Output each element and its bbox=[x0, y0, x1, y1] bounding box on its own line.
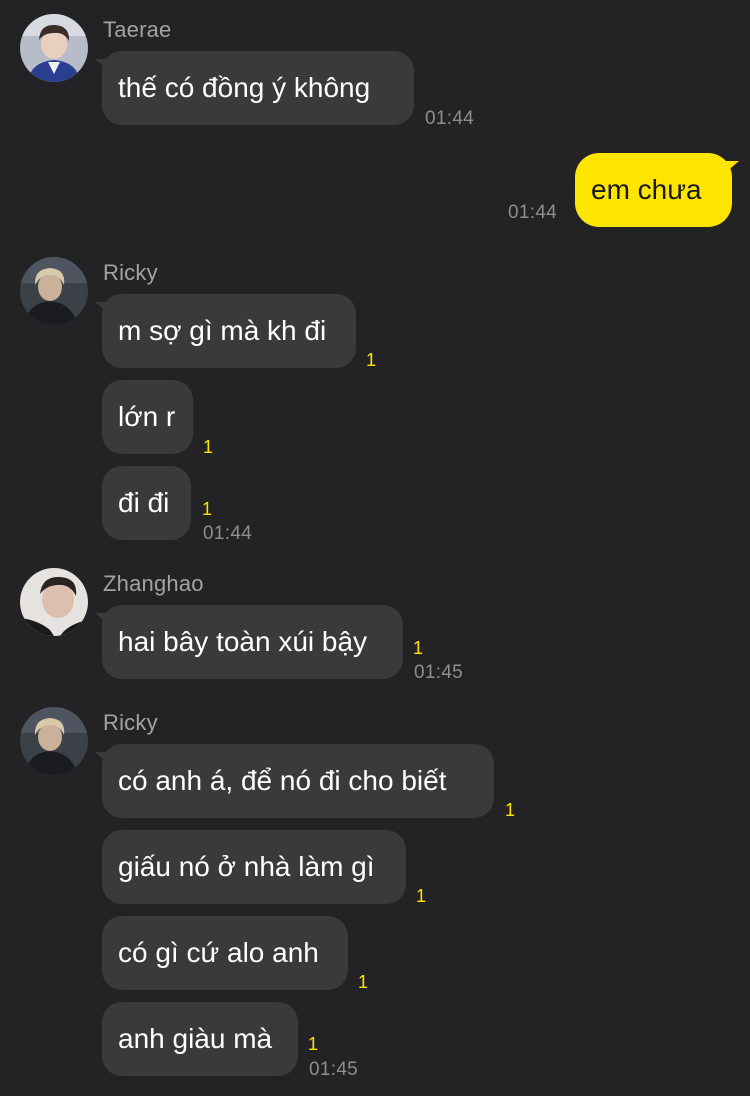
unread-count: 1 bbox=[202, 499, 213, 519]
message-bubble[interactable]: đi đi bbox=[102, 466, 191, 540]
message-bubble[interactable]: có gì cứ alo anh bbox=[102, 916, 348, 990]
zhanghao-avatar-icon bbox=[20, 568, 88, 636]
unread-count: 1 bbox=[505, 800, 516, 820]
message-time: 01:45 bbox=[414, 662, 464, 683]
unread-count: 1 bbox=[358, 972, 369, 992]
message-text: có gì cứ alo anh bbox=[118, 937, 319, 968]
unread-count: 1 bbox=[366, 350, 377, 370]
sender-name: Zhanghao bbox=[103, 571, 204, 596]
message-bubble[interactable]: có anh á, để nó đi cho biết bbox=[95, 744, 494, 818]
message-text: đi đi bbox=[118, 487, 170, 518]
message-text: em chưa bbox=[591, 174, 702, 205]
chat-message-list[interactable]: Taerae thế có đồng ý không 01:44 01:44 e… bbox=[0, 0, 750, 1096]
avatar-taerae[interactable] bbox=[20, 14, 88, 82]
ricky-avatar-icon bbox=[20, 257, 88, 325]
message-bubble[interactable]: m sợ gì mà kh đi bbox=[95, 294, 356, 368]
unread-count: 1 bbox=[413, 638, 424, 658]
message-bubble[interactable]: giấu nó ở nhà làm gì bbox=[102, 830, 406, 904]
message-text: lớn r bbox=[118, 401, 176, 432]
avatar-zhanghao[interactable] bbox=[20, 568, 88, 636]
ricky-avatar-icon bbox=[20, 707, 88, 775]
message-text: m sợ gì mà kh đi bbox=[118, 315, 327, 346]
message-text: thế có đồng ý không bbox=[118, 72, 371, 103]
message-time: 01:44 bbox=[203, 523, 253, 544]
message-text: hai bây toàn xúi bậy bbox=[118, 626, 368, 657]
message-text: giấu nó ở nhà làm gì bbox=[118, 851, 375, 882]
message-time: 01:44 bbox=[508, 202, 558, 223]
message-bubble[interactable]: thế có đồng ý không bbox=[95, 51, 414, 125]
unread-count: 1 bbox=[416, 886, 427, 906]
unread-count: 1 bbox=[308, 1034, 319, 1054]
avatar-ricky[interactable] bbox=[20, 707, 88, 775]
message-bubble[interactable]: lớn r bbox=[102, 380, 193, 454]
message-bubble[interactable]: anh giàu mà bbox=[102, 1002, 298, 1076]
message-text: có anh á, để nó đi cho biết bbox=[118, 765, 447, 796]
sender-name: Taerae bbox=[103, 17, 172, 42]
avatar-ricky[interactable] bbox=[20, 257, 88, 325]
message-bubble[interactable]: hai bây toàn xúi bậy bbox=[95, 605, 403, 679]
my-message-bubble[interactable]: em chưa bbox=[575, 153, 739, 227]
message-text: anh giàu mà bbox=[118, 1023, 273, 1054]
sender-name: Ricky bbox=[103, 260, 158, 285]
unread-count: 1 bbox=[203, 437, 214, 457]
message-time: 01:45 bbox=[309, 1059, 359, 1080]
message-time: 01:44 bbox=[425, 108, 475, 129]
sender-name: Ricky bbox=[103, 710, 158, 735]
taerae-avatar-icon bbox=[20, 14, 88, 82]
